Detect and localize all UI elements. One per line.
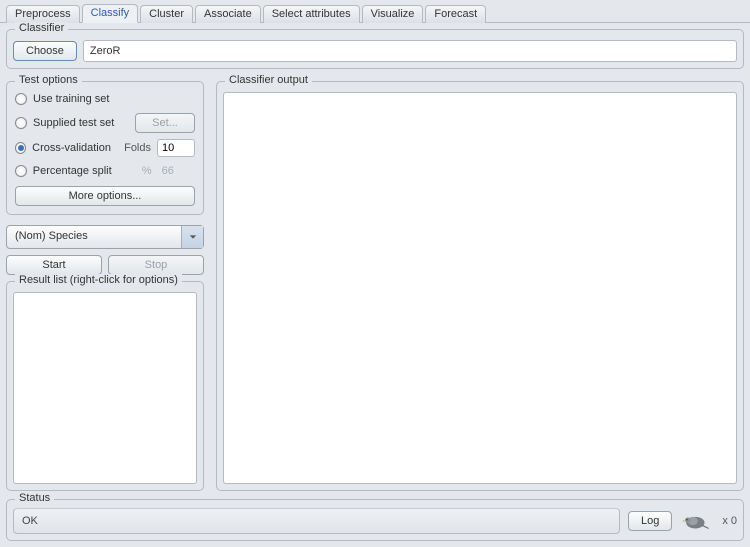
tab-classify[interactable]: Classify: [82, 4, 139, 23]
classifier-output-box[interactable]: [223, 92, 737, 484]
status-count: x 0: [722, 515, 737, 527]
tab-select-attributes[interactable]: Select attributes: [263, 5, 360, 23]
option-training-set[interactable]: Use training set: [13, 88, 197, 110]
classifier-legend: Classifier: [15, 22, 68, 34]
result-list-legend: Result list (right-click for options): [15, 274, 182, 286]
classifier-group: Classifier Choose ZeroR: [6, 29, 744, 69]
radio-icon: [15, 93, 27, 105]
folds-label: Folds: [123, 142, 151, 154]
set-test-set-button[interactable]: Set...: [135, 113, 195, 133]
option-cross-validation[interactable]: Cross-validation Folds: [13, 136, 197, 160]
tab-associate[interactable]: Associate: [195, 5, 261, 23]
status-text: OK: [13, 508, 620, 534]
radio-icon: [15, 142, 26, 154]
stop-button[interactable]: Stop: [108, 255, 204, 275]
result-list-group: Result list (right-click for options): [6, 281, 204, 491]
option-supplied-test-set[interactable]: Supplied test set Set...: [13, 110, 197, 136]
percent-value: 66: [158, 163, 195, 179]
log-button[interactable]: Log: [628, 511, 672, 531]
bird-icon: [680, 510, 714, 532]
start-button[interactable]: Start: [6, 255, 102, 275]
status-legend: Status: [15, 492, 54, 504]
percent-label: %: [124, 165, 152, 177]
class-attribute-select[interactable]: (Nom) Species: [6, 225, 204, 249]
result-list-box[interactable]: [13, 292, 197, 484]
radio-icon: [15, 165, 27, 177]
test-options-legend: Test options: [15, 74, 82, 86]
tab-visualize[interactable]: Visualize: [362, 5, 424, 23]
choose-classifier-button[interactable]: Choose: [13, 41, 77, 61]
tab-forecast[interactable]: Forecast: [425, 5, 486, 23]
tab-preprocess[interactable]: Preprocess: [6, 5, 80, 23]
tab-bar: Preprocess Classify Cluster Associate Se…: [0, 0, 750, 23]
more-options-button[interactable]: More options...: [15, 186, 195, 206]
folds-input[interactable]: [157, 139, 195, 157]
option-percentage-split[interactable]: Percentage split % 66: [13, 160, 197, 182]
radio-icon: [15, 117, 27, 129]
classifier-text-field[interactable]: ZeroR: [83, 40, 737, 62]
test-options-group: Test options Use training set Supplied t…: [6, 81, 204, 215]
chevron-down-icon: [181, 226, 203, 248]
tab-cluster[interactable]: Cluster: [140, 5, 193, 23]
classifier-output-legend: Classifier output: [225, 74, 312, 86]
status-group: Status OK Log x 0: [6, 499, 744, 541]
classifier-output-group: Classifier output: [216, 81, 744, 491]
